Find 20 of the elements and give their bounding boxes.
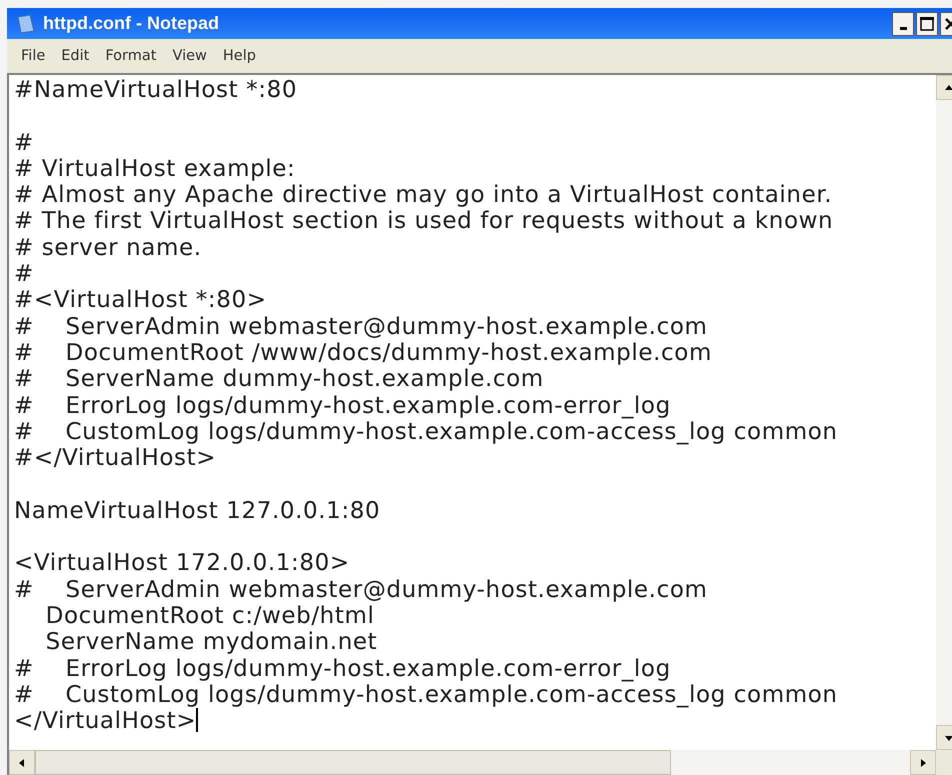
scrollbar-thumb[interactable] [35,750,671,775]
minimize-button[interactable] [892,12,914,36]
horizontal-scrollbar[interactable] [9,750,952,775]
menu-item[interactable]: View [164,48,215,64]
right-arrow-icon [919,758,927,766]
down-arrow-icon [945,734,952,742]
window-title: httpd.conf - Notepad [43,13,220,34]
scroll-left-button[interactable] [9,750,35,775]
maximize-button[interactable] [916,12,938,36]
notepad-icon [17,14,35,34]
menu-item[interactable]: Edit [53,48,98,64]
menu-item[interactable]: Help [214,48,264,64]
menu-item[interactable]: Format [97,48,164,64]
minimize-icon [900,26,906,30]
up-arrow-icon [945,84,952,92]
left-arrow-icon [18,758,26,766]
text-cursor [196,708,198,732]
menu-item[interactable]: File [13,48,54,64]
maximize-icon [920,16,934,30]
scroll-right-button[interactable] [910,750,936,775]
